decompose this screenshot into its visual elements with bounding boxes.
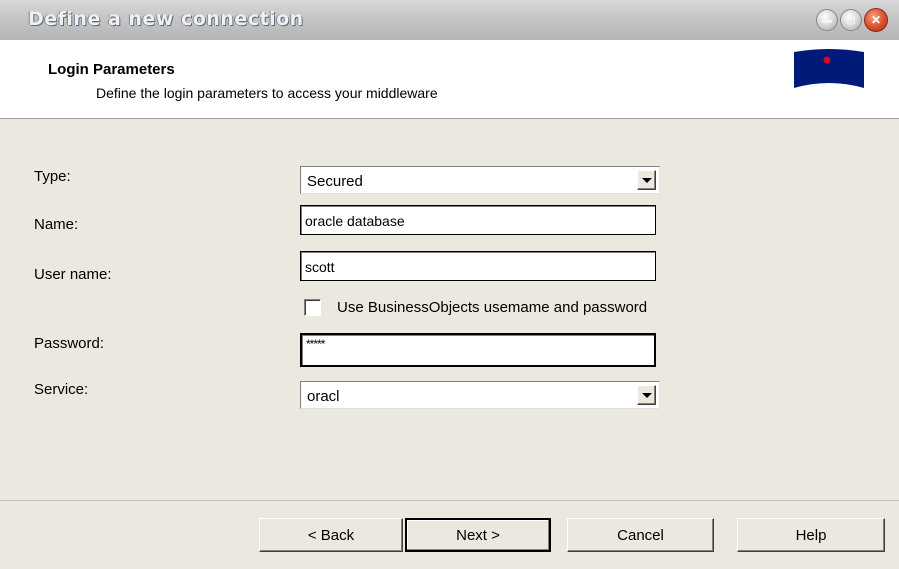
user-name-field[interactable]: scott bbox=[300, 251, 656, 281]
title-bar[interactable]: Define a new connection ▬ ▢ ✕ bbox=[0, 0, 899, 40]
window-title: Define a new connection bbox=[28, 8, 304, 30]
user-name-label: User name: bbox=[34, 266, 112, 283]
footer-divider bbox=[0, 500, 899, 501]
chevron-down-icon[interactable] bbox=[637, 170, 656, 190]
type-select[interactable]: Secured bbox=[300, 166, 660, 194]
type-select-value: Secured bbox=[307, 173, 363, 190]
password-field[interactable]: ***** bbox=[300, 333, 656, 367]
logo-icon bbox=[794, 49, 864, 88]
close-icon: ✕ bbox=[870, 13, 882, 27]
connection-dialog: Define a new connection ▬ ▢ ✕ Login Para… bbox=[0, 0, 899, 569]
use-bo-credentials-label[interactable]: Use BusinessObjects usemame and password bbox=[337, 299, 647, 316]
cancel-button[interactable]: Cancel bbox=[567, 518, 714, 552]
page-subtitle: Define the login parameters to access yo… bbox=[96, 85, 438, 101]
password-label: Password: bbox=[34, 335, 105, 352]
chevron-down-icon[interactable] bbox=[637, 385, 656, 405]
wizard-header: Login Parameters Define the login parame… bbox=[0, 40, 899, 119]
help-button-label: Help bbox=[795, 526, 827, 544]
back-button[interactable]: < Back bbox=[259, 518, 403, 552]
type-label: Type: bbox=[34, 168, 71, 185]
use-bo-credentials-checkbox[interactable] bbox=[304, 299, 321, 316]
maximize-button[interactable]: ▢ bbox=[840, 9, 862, 31]
minimize-button[interactable]: ▬ bbox=[816, 9, 838, 31]
page-title: Login Parameters bbox=[48, 61, 175, 78]
service-select[interactable]: oracl bbox=[300, 381, 660, 409]
service-select-value: oracl bbox=[307, 388, 340, 405]
minimize-icon: ▬ bbox=[822, 14, 832, 26]
help-button[interactable]: Help bbox=[737, 518, 885, 552]
cancel-button-label: Cancel bbox=[617, 526, 664, 544]
next-button-label: Next > bbox=[456, 526, 500, 544]
close-button[interactable]: ✕ bbox=[864, 8, 888, 32]
name-field[interactable]: oracle database bbox=[300, 205, 656, 235]
maximize-icon: ▢ bbox=[846, 14, 856, 26]
service-label: Service: bbox=[34, 381, 89, 398]
name-label: Name: bbox=[34, 216, 79, 233]
next-button[interactable]: Next > bbox=[405, 518, 551, 552]
back-button-label: < Back bbox=[307, 526, 355, 544]
